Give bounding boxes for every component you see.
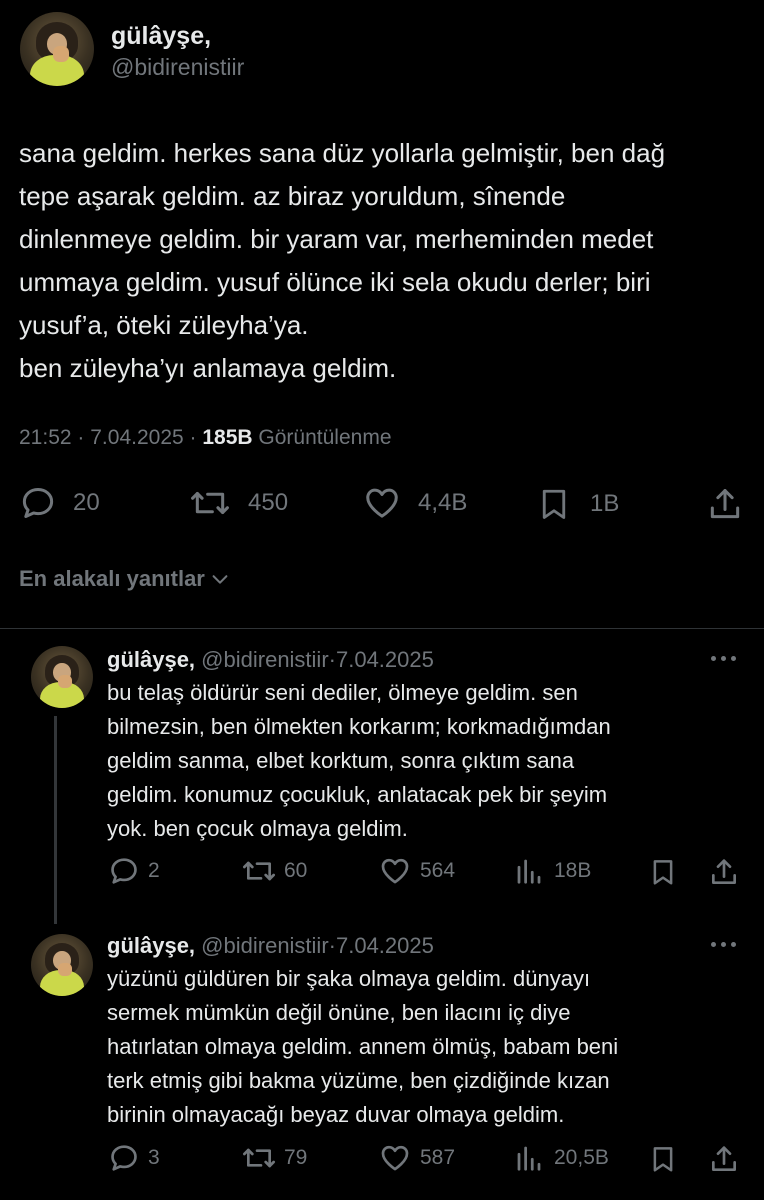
avatar[interactable]: [31, 934, 93, 996]
repost-icon: [191, 491, 229, 515]
reply-count: 20: [73, 489, 100, 516]
share-button[interactable]: [706, 484, 744, 524]
views-icon: [517, 1146, 541, 1171]
like-button[interactable]: 564: [378, 855, 455, 887]
display-name[interactable]: gülâyşe,: [107, 933, 195, 958]
bookmark-icon: [542, 489, 566, 519]
reply-date[interactable]: 7.04.2025: [336, 933, 434, 958]
reply-icon: [111, 858, 137, 884]
repost-icon: [242, 1148, 275, 1168]
user-handle[interactable]: @bidirenistiir: [201, 933, 328, 958]
user-handle[interactable]: @bidirenistiir: [111, 54, 244, 81]
share-icon: [712, 859, 736, 884]
bookmark-button[interactable]: [648, 1142, 678, 1176]
bookmark-count: 1B: [590, 490, 620, 517]
like-count: 564: [420, 859, 456, 882]
tweet-meta: 21:52 · 7.04.2025 · 185B Görüntülenme: [19, 426, 392, 450]
display-name[interactable]: gülâyşe,: [107, 647, 195, 672]
meta-separator: ·: [328, 647, 336, 672]
divider: [0, 628, 764, 629]
like-count: 4,4B: [418, 489, 468, 516]
more-icon[interactable]: [711, 656, 736, 661]
heart-icon: [381, 858, 409, 884]
repost-button[interactable]: 60: [240, 855, 307, 887]
like-button[interactable]: 4,4B: [362, 484, 467, 522]
reply-icon: [111, 1145, 137, 1171]
heart-icon: [366, 488, 398, 518]
bookmark-icon: [653, 1147, 673, 1172]
like-count: 587: [420, 1146, 456, 1169]
reply-count: 3: [148, 1146, 160, 1169]
views-label[interactable]: Görüntülenme: [258, 426, 391, 449]
meta-separator: ·: [189, 426, 197, 449]
display-name[interactable]: gülâyşe,: [111, 22, 211, 51]
bookmark-icon: [653, 860, 673, 885]
share-icon: [710, 489, 740, 519]
bookmark-button[interactable]: [648, 855, 678, 889]
more-icon[interactable]: [711, 942, 736, 947]
views-button[interactable]: 20,5B: [514, 1142, 609, 1174]
reply-text: bu telaş öldürür seni dediler, ölmeye ge…: [107, 680, 611, 841]
tweet-time[interactable]: 21:52: [19, 426, 72, 449]
repost-count: 60: [284, 859, 308, 882]
repost-button[interactable]: 79: [240, 1142, 307, 1174]
avatar[interactable]: [31, 646, 93, 708]
views-icon: [517, 859, 541, 884]
reply-count: 2: [148, 859, 160, 882]
reply-icon: [22, 488, 54, 518]
reply-button[interactable]: 2: [108, 855, 160, 887]
reply-header: gülâyşe, @bidirenistiir·7.04.2025: [107, 647, 434, 673]
reply-header: gülâyşe, @bidirenistiir·7.04.2025: [107, 933, 434, 959]
share-button[interactable]: [708, 1142, 740, 1176]
like-button[interactable]: 587: [378, 1142, 455, 1174]
share-button[interactable]: [708, 855, 740, 889]
heart-icon: [381, 1145, 409, 1171]
repost-count: 450: [248, 489, 289, 516]
reply-date[interactable]: 7.04.2025: [336, 647, 434, 672]
share-icon: [712, 1146, 736, 1171]
views-count: 20,5B: [554, 1146, 609, 1169]
avatar[interactable]: [20, 12, 94, 86]
repost-button[interactable]: 450: [188, 484, 288, 522]
user-handle[interactable]: @bidirenistiir: [201, 647, 328, 672]
reply-button[interactable]: 20: [19, 484, 100, 522]
repost-count: 79: [284, 1146, 308, 1169]
reply-text: yüzünü güldüren bir şaka olmaya geldim. …: [107, 966, 619, 1127]
views-count[interactable]: 185B: [202, 426, 252, 449]
views-button[interactable]: 18B: [514, 855, 591, 887]
repost-icon: [242, 861, 275, 881]
replies-sort-toggle[interactable]: En alakalı yanıtlar: [19, 566, 231, 592]
meta-separator: ·: [77, 426, 85, 449]
bookmark-button[interactable]: 1B: [536, 484, 619, 524]
meta-separator: ·: [328, 933, 336, 958]
sort-label: En alakalı yanıtlar: [19, 566, 205, 591]
thread-line: [54, 716, 57, 924]
views-count: 18B: [554, 859, 592, 882]
tweet-text: sana geldim. herkes sana düz yollarla ge…: [19, 138, 666, 383]
tweet-date[interactable]: 7.04.2025: [90, 426, 183, 449]
chevron-down-icon: [212, 575, 228, 584]
reply-button[interactable]: 3: [108, 1142, 160, 1174]
